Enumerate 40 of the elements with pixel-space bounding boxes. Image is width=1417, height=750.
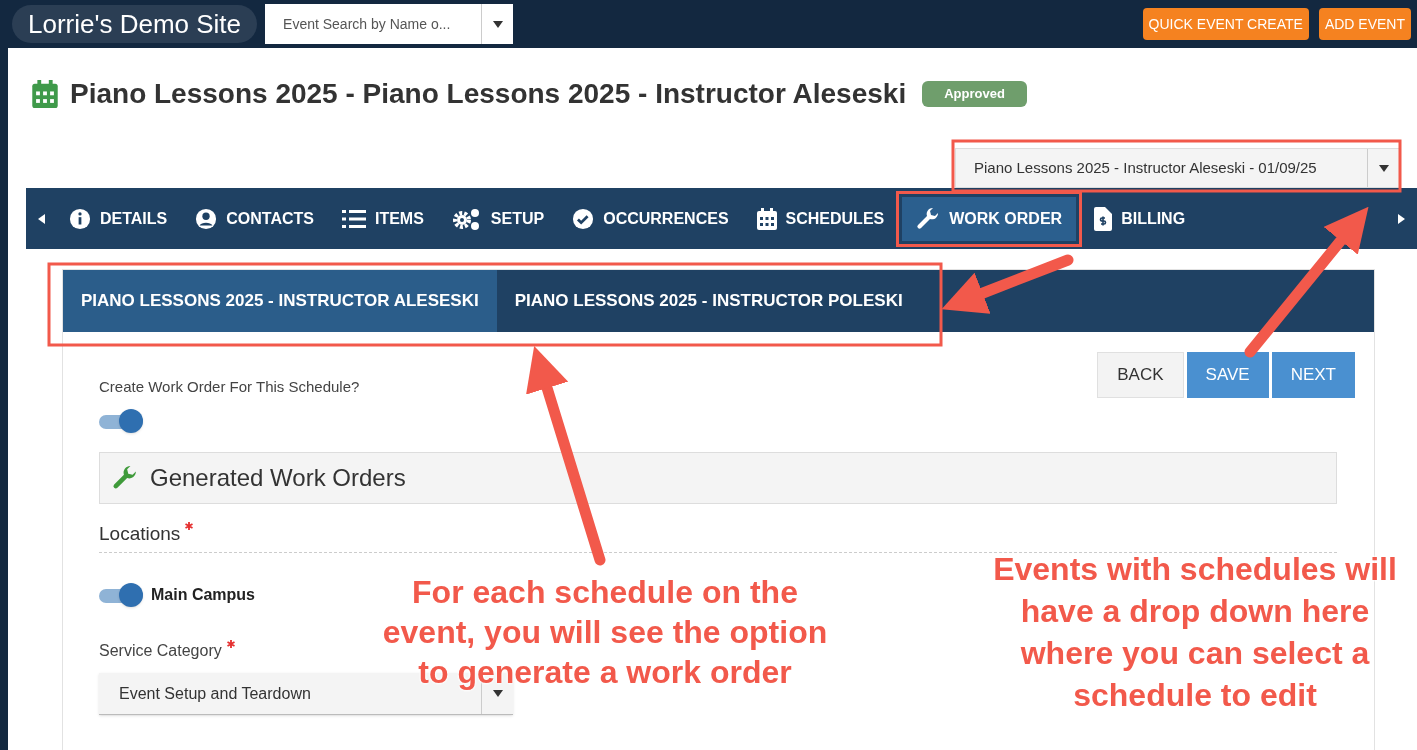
check-circle-icon <box>572 207 595 230</box>
tab[interactable]: BILLING <box>1080 196 1200 241</box>
caret-down-icon <box>492 690 503 697</box>
location-toggle[interactable] <box>99 583 143 607</box>
event-title: Piano Lessons 2025 - Piano Lessons 2025 - Instructor Aleseski <box>70 77 907 111</box>
tab[interactable]: ITEMS <box>327 196 438 241</box>
locations-label: Locations <box>99 521 181 546</box>
location-label: Main Campus <box>151 585 255 605</box>
calendar-icon <box>32 80 58 108</box>
wrench-icon <box>112 464 138 491</box>
info-icon <box>69 207 91 230</box>
caret-down-icon <box>1378 164 1389 172</box>
calendar-icon <box>756 207 777 230</box>
annotation-text: Events with schedules will have a drop down here where you can select a schedule to edit <box>992 550 1398 715</box>
tab[interactable]: SCHEDULES <box>742 196 899 241</box>
list-icon <box>341 208 366 229</box>
schedule-tab[interactable]: PIANO LESSONS 2025 - INSTRUCTOR POLESKI <box>496 270 921 332</box>
status-badge: Approved <box>922 81 1027 107</box>
event-search-dropdown[interactable]: Event Search by Name o... <box>265 4 514 44</box>
site-name[interactable]: Lorrie's Demo Site <box>12 5 258 43</box>
back-button[interactable]: BACK <box>1097 352 1184 398</box>
schedule-dropdown[interactable]: Piano Lessons 2025 - Instructor Aleseski - 01/09/25 <box>955 148 1400 188</box>
schedule-tab[interactable]: PIANO LESSONS 2025 - INSTRUCTOR ALESESKI <box>63 270 497 332</box>
generated-work-orders-panel[interactable]: Generated Work Orders <box>99 451 1337 504</box>
scroll-right-icon[interactable] <box>1398 213 1405 224</box>
user-icon <box>195 207 218 230</box>
tab[interactable]: SETUP <box>437 196 559 241</box>
wrench-icon <box>916 206 941 231</box>
create-work-order-toggle[interactable] <box>99 408 143 433</box>
document-dollar-icon <box>1094 206 1113 231</box>
scroll-left-icon[interactable] <box>38 213 45 224</box>
service-category-label: Service Category <box>99 641 222 661</box>
gears-icon <box>451 206 482 231</box>
tab[interactable]: WORK ORDER <box>902 196 1077 241</box>
tab[interactable]: OCCURRENCES <box>558 196 743 241</box>
create-work-order-label: Create Work Order For This Schedule? <box>99 377 361 397</box>
tab[interactable]: CONTACTS <box>181 196 328 241</box>
tab[interactable]: DETAILS <box>55 196 182 241</box>
caret-down-icon <box>492 20 503 28</box>
panel-title: Generated Work Orders <box>150 462 406 493</box>
